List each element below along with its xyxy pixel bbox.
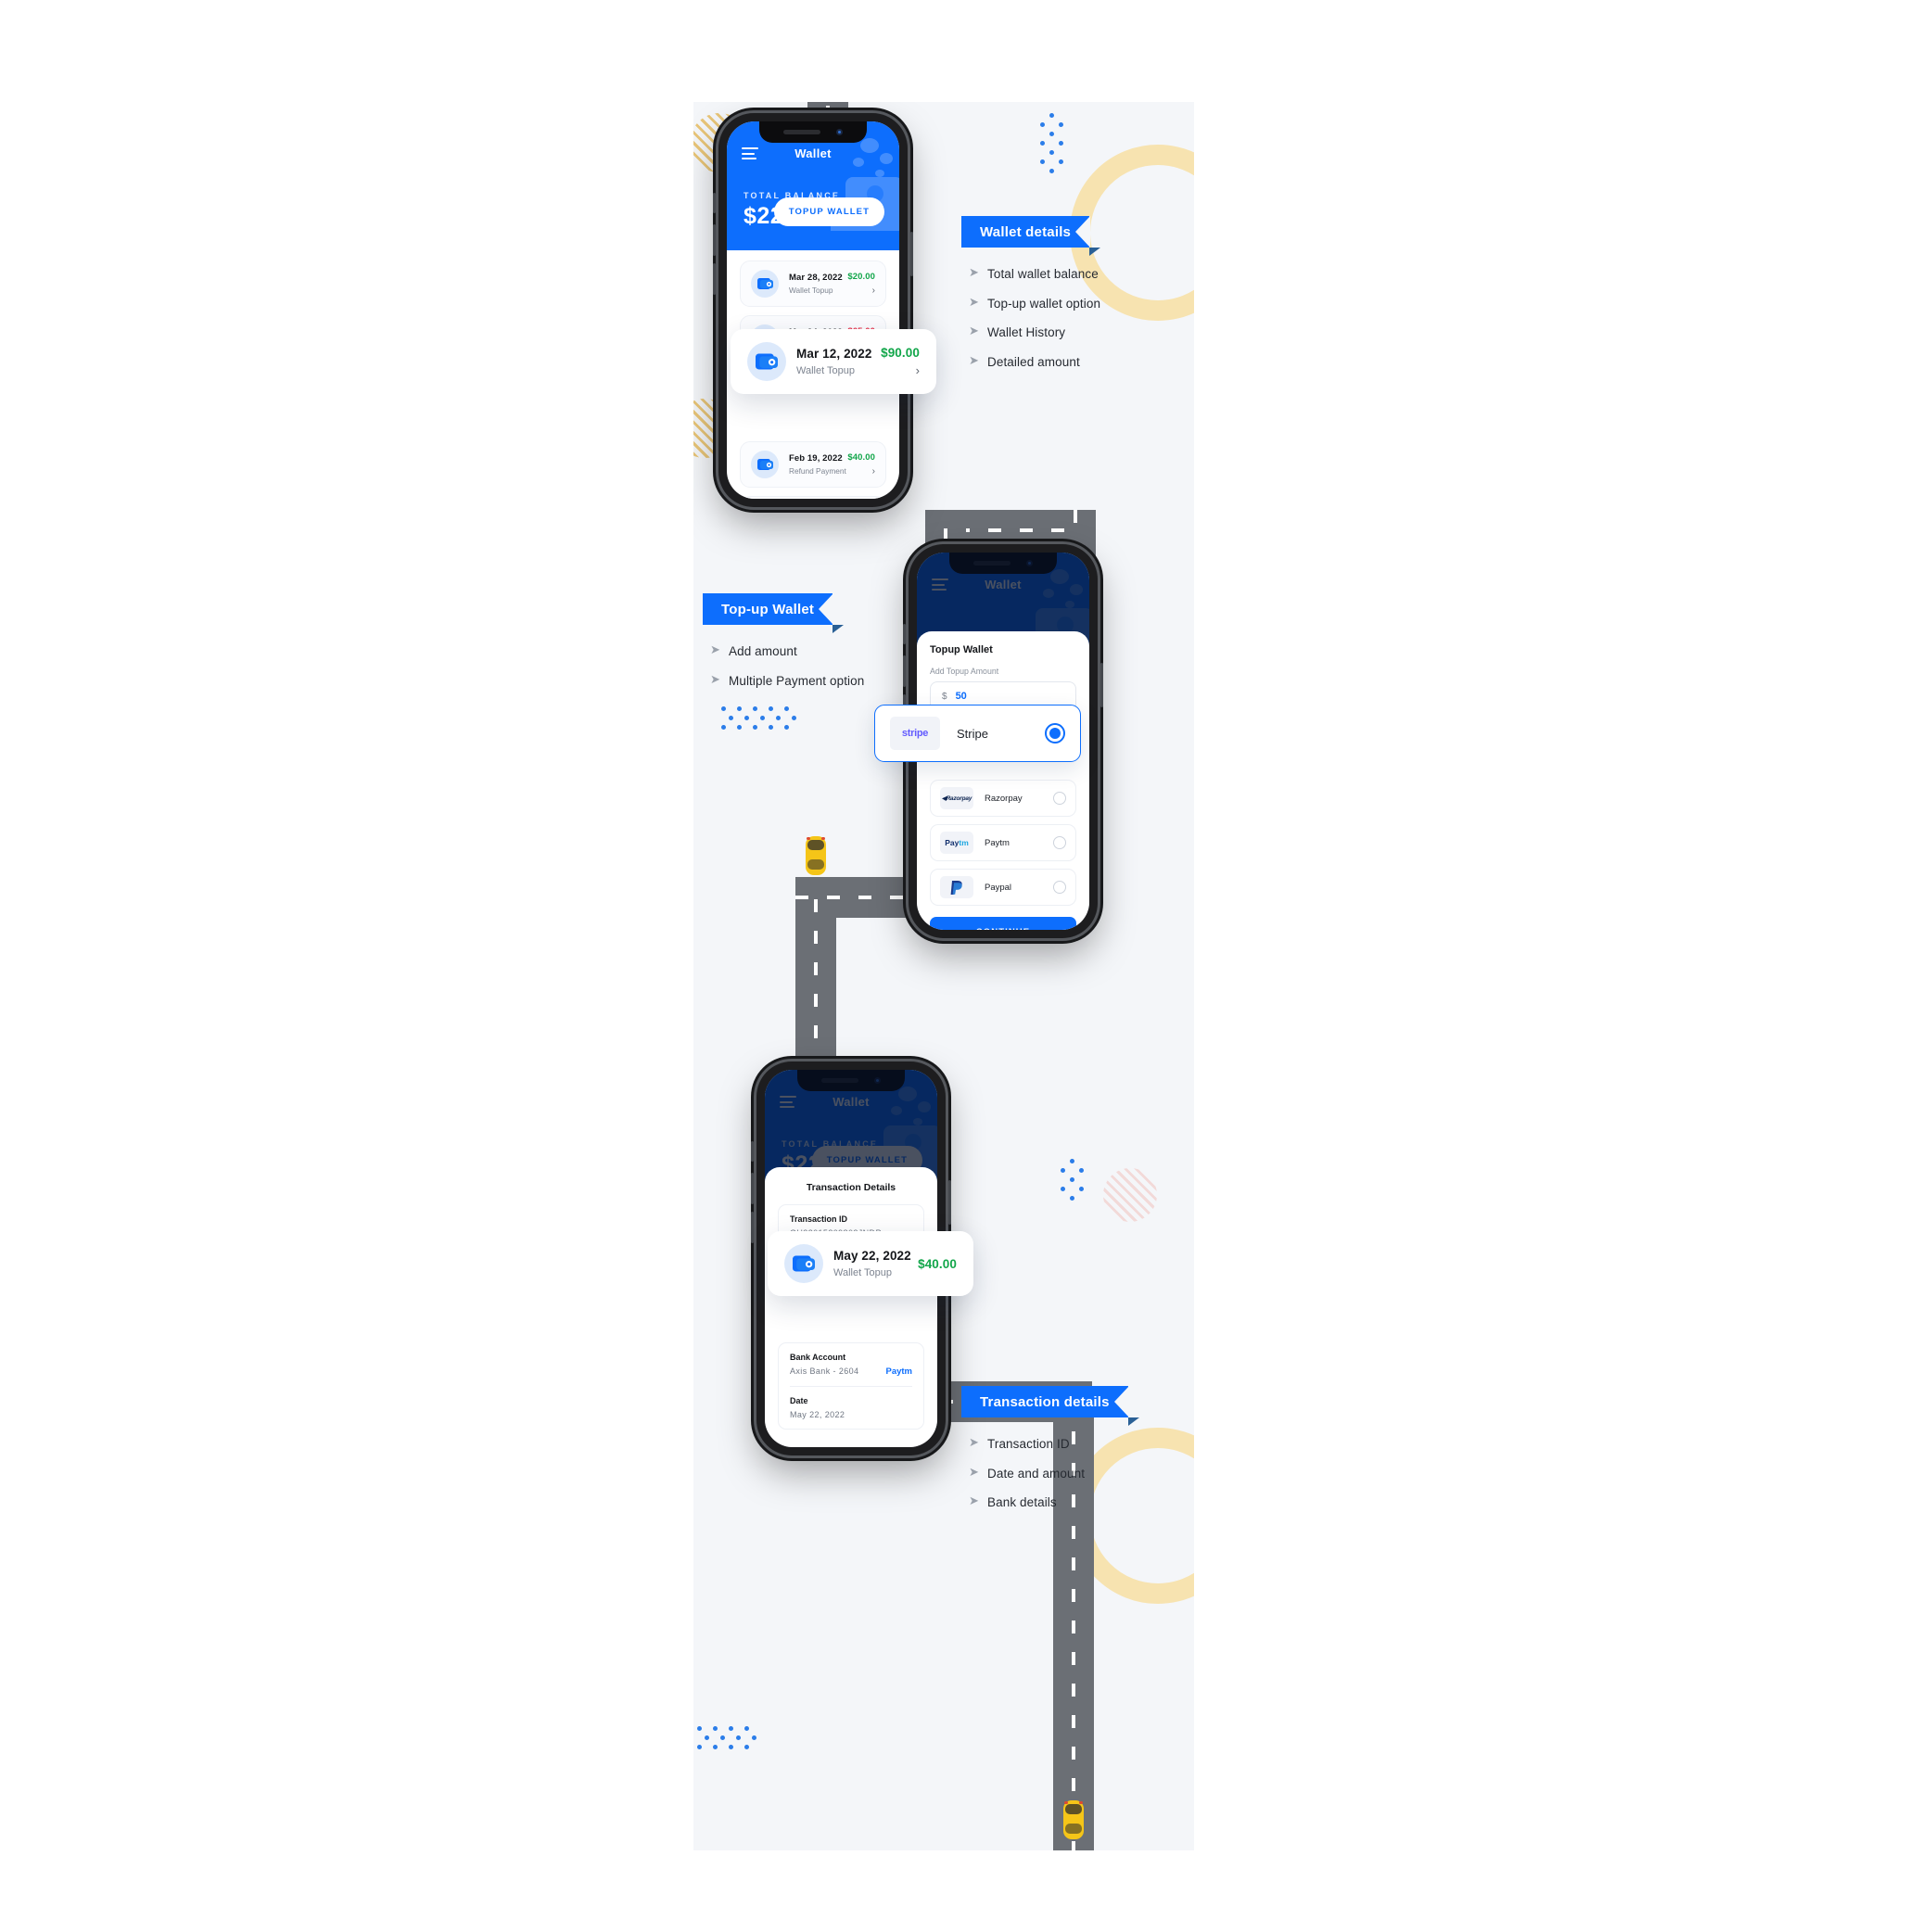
panel-list-topup: ➤ Add amount ➤ Multiple Payment option (710, 642, 864, 701)
list-item: ➤ Wallet History (969, 324, 1066, 340)
transaction-date: Feb 19, 2022 (789, 453, 843, 464)
list-item: ➤ Multiple Payment option (710, 671, 865, 688)
payment-option-label: Razorpay (985, 793, 1023, 804)
bank-account-value: Axis Bank - 2604 (790, 1366, 859, 1376)
table-row[interactable]: Mar 28, 2022 Wallet Topup $20.00 › (740, 261, 886, 307)
amount-field-label: Add Topup Amount (930, 667, 999, 676)
transaction-type: Refund Payment (789, 466, 846, 476)
radio-button[interactable] (1053, 836, 1066, 849)
transaction-amount: $40.00 (918, 1256, 957, 1271)
payment-option-razorpay[interactable]: ◀Razorpay Razorpay (930, 780, 1076, 817)
topup-wallet-sheet: Topup Wallet Add Topup Amount $ 50 Selec… (917, 631, 1089, 930)
bank-account-label: Bank Account (790, 1353, 846, 1362)
continue-button[interactable]: CONTINUE (930, 917, 1076, 930)
list-item: ➤ Top-up wallet option (969, 294, 1101, 311)
arrow-bullet-icon: ➤ (969, 265, 979, 279)
list-item: ➤ Bank details (969, 1493, 1057, 1510)
bank-provider[interactable]: Paytm (885, 1366, 912, 1377)
panel-list-transaction-details: ➤ Transaction ID ➤ Date and amount ➤ Bank d… (969, 1435, 1085, 1523)
list-item: ➤ Detailed amount (969, 352, 1080, 369)
transaction-date: May 22, 2022 (833, 1249, 911, 1263)
arrow-bullet-icon: ➤ (969, 1435, 979, 1449)
dot-pattern-top-right (1036, 113, 1074, 178)
dot-pattern-bottom-left (697, 1726, 757, 1754)
amount-value: 50 (955, 691, 967, 702)
radio-button[interactable] (1053, 792, 1066, 805)
transaction-date: Mar 12, 2022 (796, 347, 872, 361)
date-value: May 22, 2022 (790, 1410, 845, 1419)
page-title: Wallet (794, 146, 832, 160)
phone-wallet-home: Wallet TOTAL BALANCE $229.00 TOPUP WALLE… (713, 113, 913, 507)
radio-button[interactable] (1045, 723, 1065, 744)
list-item: ➤ Transaction ID (969, 1435, 1070, 1451)
paypal-logo (940, 876, 973, 898)
wallet-icon (751, 270, 779, 298)
radio-button[interactable] (1053, 881, 1066, 894)
transaction-type: Wallet Topup (796, 365, 855, 376)
dot-pattern-mid-left (721, 706, 796, 734)
transaction-amount: $20.00 (847, 272, 875, 282)
bank-details-card: Bank Account Axis Bank - 2604 Paytm Date… (778, 1342, 924, 1430)
topup-wallet-button[interactable]: TOPUP WALLET (773, 197, 884, 226)
taxi-icon-2 (806, 836, 826, 875)
mockup-canvas: Wallet TOTAL BALANCE $229.00 TOPUP WALLE… (693, 102, 1194, 1850)
arrow-bullet-icon: ➤ (969, 294, 979, 309)
transaction-type: Wallet Topup (833, 1267, 892, 1278)
table-row[interactable]: Feb 19, 2022 Refund Payment $40.00 › (740, 441, 886, 488)
payment-option-label: Stripe (957, 726, 988, 741)
payment-option-label: Paytm (985, 837, 1010, 848)
panel-title-transaction-details: Transaction details (961, 1386, 1139, 1426)
transaction-details-sheet: Transaction Details Transaction ID GH320… (765, 1167, 937, 1447)
arrow-bullet-icon: ➤ (969, 352, 979, 367)
transaction-amount: $90.00 (881, 346, 920, 360)
paytm-logo: Pay tm (940, 832, 973, 854)
dot-pattern-right-mid (1057, 1159, 1094, 1210)
phone-notch (759, 121, 867, 143)
payment-option-label: Paypal (985, 882, 1012, 893)
divider (790, 1386, 912, 1387)
list-item: ➤ Total wallet balance (969, 265, 1099, 281)
highlighted-transaction-summary[interactable]: May 22, 2022 Wallet Topup $40.00 (768, 1231, 973, 1296)
highlighted-transaction-row[interactable]: Mar 12, 2022 Wallet Topup $90.00 › (731, 329, 936, 394)
transaction-amount: $40.00 (847, 452, 875, 463)
chevron-right-icon: › (915, 363, 920, 377)
arrow-bullet-icon: ➤ (969, 1493, 979, 1508)
sheet-title: Topup Wallet (930, 644, 993, 655)
date-label: Date (790, 1396, 808, 1405)
razorpay-logo: ◀Razorpay (940, 787, 973, 809)
arrow-bullet-icon: ➤ (710, 642, 720, 656)
arrow-bullet-icon: ➤ (969, 1464, 979, 1479)
arrow-bullet-icon: ➤ (710, 671, 720, 686)
taxi-icon-3 (1063, 1800, 1084, 1839)
stripe-logo: stripe (890, 717, 940, 750)
table-row[interactable]: Feb 15, 2022 Payment for Trip $34.00 › (740, 496, 886, 499)
transaction-type: Wallet Topup (789, 286, 833, 295)
list-item: ➤ Add amount (710, 642, 797, 658)
currency-symbol: $ (942, 691, 947, 702)
wallet-icon (747, 342, 786, 381)
transaction-date: Mar 28, 2022 (789, 273, 843, 283)
chevron-right-icon: › (871, 466, 875, 477)
panel-list-wallet-details: ➤ Total wallet balance ➤ Top-up wallet opt… (969, 265, 1100, 382)
transaction-id-label: Transaction ID (790, 1214, 848, 1224)
sheet-title: Transaction Details (806, 1182, 896, 1193)
panel-title-wallet-details: Wallet details (961, 216, 1101, 256)
panel-title-topup: Top-up Wallet (703, 593, 845, 633)
wallet-icon (784, 1244, 823, 1283)
payment-option-paytm[interactable]: Pay tm Paytm (930, 824, 1076, 861)
highlighted-payment-option-stripe[interactable]: stripe Stripe (874, 705, 1081, 762)
arrow-bullet-icon: ➤ (969, 324, 979, 338)
payment-option-paypal[interactable]: Paypal (930, 869, 1076, 906)
chevron-right-icon: › (871, 286, 875, 296)
hatch-circle-bottom (1103, 1168, 1157, 1222)
list-item: ➤ Date and amount (969, 1464, 1086, 1481)
wallet-icon (751, 451, 779, 478)
